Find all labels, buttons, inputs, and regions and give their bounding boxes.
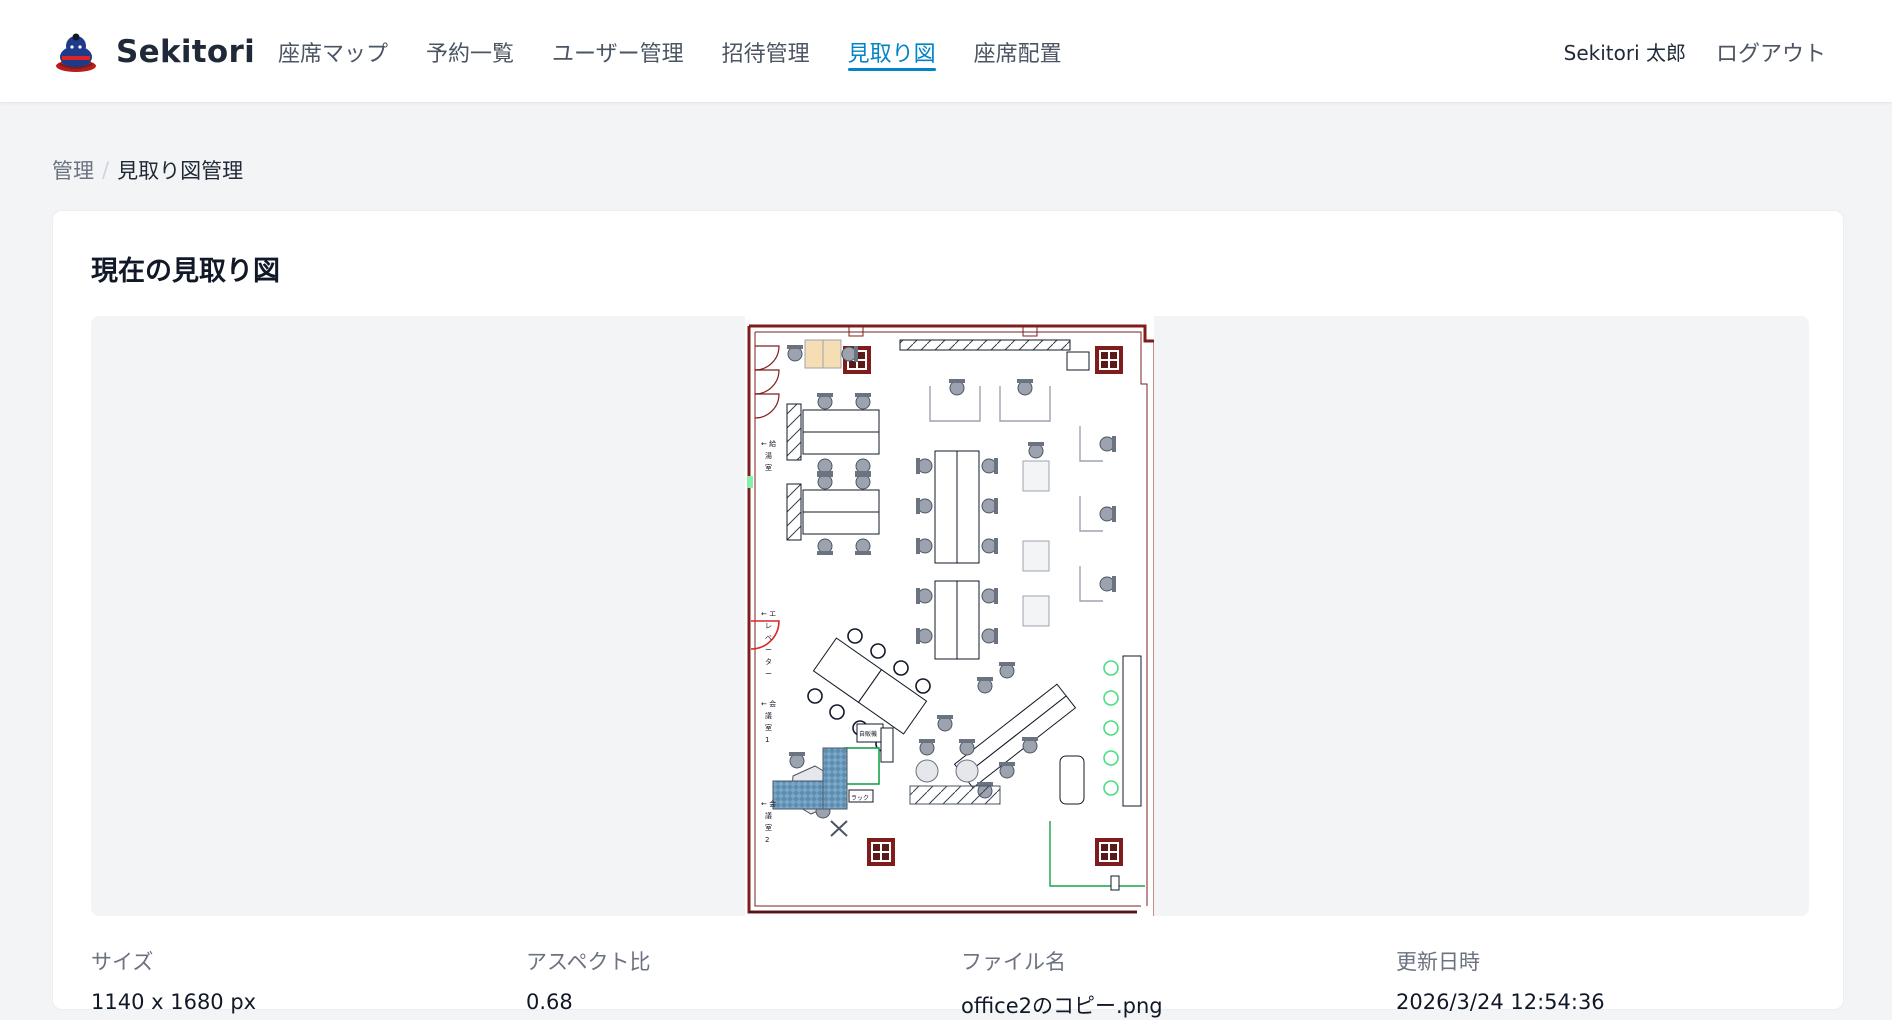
meta-size-value: 1140 x 1680 px [91, 990, 257, 1014]
breadcrumb: 管理 / 見取り図管理 [52, 155, 243, 185]
svg-text:ベ: ベ [765, 634, 772, 642]
svg-text:湯: 湯 [765, 451, 772, 460]
meta-updated-label: 更新日時 [1396, 950, 1480, 974]
meta-filename: ファイル名 office2のコピー.png [961, 946, 1396, 1020]
floorplan-metadata: サイズ 1140 x 1680 px アスペクト比 0.68 ファイル名 off… [91, 946, 1831, 1020]
meta-filename-label: ファイル名 [961, 950, 1066, 974]
brand[interactable]: Sekitori [54, 30, 255, 74]
floorplan-preview-area: 自販機 ラック ← 給 湯 室 ← エ レ ベ ー タ ー ← 会 議 室 1 … [91, 316, 1809, 916]
floorplan-image: 自販機 ラック ← 給 湯 室 ← エ レ ベ ー タ ー ← 会 議 室 1 … [745, 316, 1154, 916]
breadcrumb-current: 見取り図管理 [117, 159, 244, 183]
svg-text:議: 議 [765, 811, 772, 820]
breadcrumb-admin-link[interactable]: 管理 [52, 155, 94, 185]
meta-filename-value: office2のコピー.png [961, 994, 1163, 1018]
svg-text:← 会: ← 会 [761, 799, 776, 808]
svg-text:← 会: ← 会 [761, 699, 776, 708]
current-user-name: Sekitori 太郎 [1563, 41, 1686, 65]
meta-size: サイズ 1140 x 1680 px [91, 946, 526, 1020]
svg-text:← エ: ← エ [761, 610, 776, 618]
meta-updated-at: 更新日時 2026/3/24 12:54:36 [1396, 946, 1831, 1020]
nav-seat-layout[interactable]: 座席配置 [974, 0, 1062, 103]
breadcrumb-separator: / [102, 158, 110, 182]
meta-updated-value: 2026/3/24 12:54:36 [1396, 990, 1605, 1014]
nav-seat-map[interactable]: 座席マップ [278, 0, 388, 103]
svg-text:2: 2 [765, 836, 769, 844]
top-navigation-bar: Sekitori 座席マップ 予約一覧 ユーザー管理 招待管理 見取り図 座席配… [0, 0, 1892, 103]
svg-text:室: 室 [765, 823, 772, 832]
nav-reservations[interactable]: 予約一覧 [426, 0, 514, 103]
floorplan-card: 現在の見取り図 自販機 ラック ← 給 湯 室 ← エ レ ベ ー タ ー ← … [52, 210, 1844, 1018]
nav-invitations[interactable]: 招待管理 [722, 0, 810, 103]
svg-text:1: 1 [765, 736, 769, 744]
svg-text:室: 室 [765, 463, 772, 472]
meta-size-label: サイズ [91, 950, 154, 974]
nav-user-management[interactable]: ユーザー管理 [552, 0, 684, 103]
rack-label: ラック [851, 795, 869, 802]
card-title: 現在の見取り図 [91, 256, 280, 287]
svg-text:室: 室 [765, 723, 772, 732]
nav-floorplan[interactable]: 見取り図 [847, 0, 936, 103]
main-nav: 座席マップ 予約一覧 ユーザー管理 招待管理 見取り図 座席配置 [278, 0, 1100, 103]
svg-text:タ: タ [765, 657, 772, 666]
meta-aspect-label: アスペクト比 [526, 950, 651, 974]
meta-aspect-value: 0.68 [526, 990, 573, 1014]
sumo-mascot-logo-icon [56, 33, 96, 72]
user-area: Sekitori 太郎 ログアウト [1564, 0, 1826, 103]
brand-name: Sekitori [116, 34, 256, 70]
svg-text:ー: ー [765, 646, 772, 654]
svg-text:レ: レ [765, 622, 772, 630]
meta-aspect-ratio: アスペクト比 0.68 [526, 946, 961, 1020]
logout-button[interactable]: ログアウト [1716, 36, 1826, 68]
label-kyutoshitsu: ← 給 [761, 439, 776, 448]
svg-text:議: 議 [765, 711, 772, 720]
svg-text:ー: ー [765, 670, 772, 678]
vending-label: 自販機 [859, 730, 877, 738]
